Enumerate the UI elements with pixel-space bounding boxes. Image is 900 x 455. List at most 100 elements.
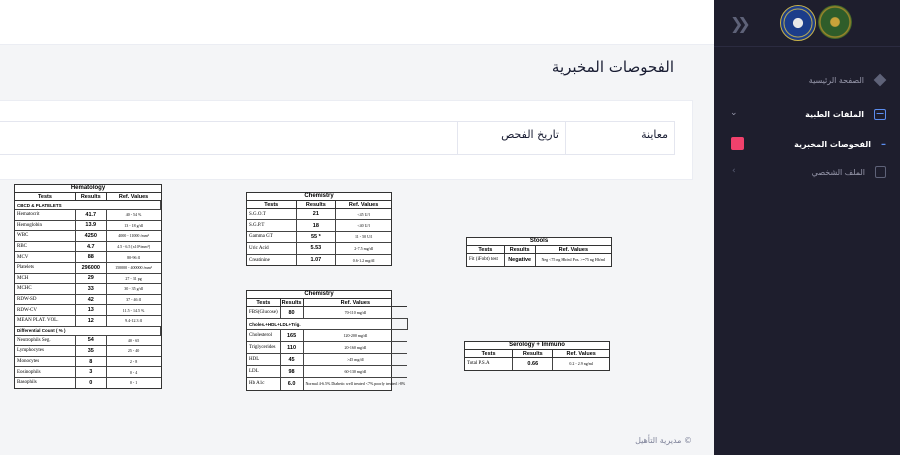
table-row: Eosinophils 3 0 - 4 [15,366,161,378]
test-ref-value: 30 - 35 g/dl [106,283,161,295]
table-row: S.G.O.T 21 <45 U/l [247,207,391,220]
test-result: 13 [75,304,107,316]
chevron-down-icon[interactable]: ⌄ [730,108,738,118]
section-label: Choles.+HDL+LDL+Trig. [247,318,408,330]
table-row: Total P.S.A 0.66 0.2 - 2.9 ng/ml [465,357,609,370]
stools-report: Stools Tests Results Ref. Values Fit (iF… [466,237,612,267]
serology-report: Serology + Immuno Tests Results Ref. Val… [464,341,610,371]
chemistry-table-1: Tests Results Ref. Values S.G.O.T 21 <45 U… [247,201,391,266]
test-name: Total P.S.A [465,357,514,370]
page-title: الفحوصات المخبرية [551,58,674,76]
test-ref-value: 150000 - 400000 /mm³ [106,261,161,274]
section-label: CBCD & PLATELETS [15,200,161,210]
test-ref-value: <45 U/l [335,207,391,220]
test-result: 33 [75,283,107,295]
test-name: FBS(Glucose) [247,306,281,319]
column-header-empty [0,122,457,154]
table-row: Creatinine 1.07 0.6-1.2 mg/dl [247,253,391,266]
test-result: 8 [75,355,107,367]
table-row: Cholesterol 165 120-200 mg/dl [247,329,408,342]
column-header: Ref. Values [552,350,609,358]
test-ref-value: 25 - 40 [106,345,161,357]
test-ref-value: 40 - 65 [106,334,161,346]
test-name: Gamma GT [247,230,297,243]
test-result: 98 [280,365,304,378]
test-ref-value: 20-160 mg/dl [303,341,408,354]
sidebar-item-label: الفحوصات المخبرية [794,139,871,149]
column-header: Results [296,201,337,209]
double-chevron-icon[interactable]: ❯❯ [730,14,751,33]
report-title: Hematology [15,185,161,193]
test-name: MCHC [15,283,76,295]
test-name: Hemoglobin [15,219,76,231]
table-row: LDL 98 60-130 mg/dl [247,365,408,378]
test-name: MCH [15,272,76,284]
test-result: 4.7 [75,240,107,252]
table-row: RDW-SD 42 37 - 46 fl [15,293,161,305]
chevron-left-icon[interactable]: ‹ [732,166,736,176]
hematology-report: Hematology Tests Results Ref. Values CBC… [14,184,162,389]
serology-table: Tests Results Ref. Values Total P.S.A 0.6… [465,350,609,370]
profile-card-icon [875,166,886,178]
test-ref-value: >45 mg/dl [303,353,408,366]
column-header: Ref. Values [535,246,611,254]
report-title: Stools [467,238,611,246]
test-result: 42 [75,293,107,305]
exams-card: معاينة تاريخ الفحص [0,100,693,180]
top-header [0,0,714,45]
test-name: RBC [15,240,76,252]
sidebar-item-lab-tests[interactable]: – الفحوصات المخبرية [794,134,886,154]
test-ref-value: 9.4-12.3 fl [106,314,161,327]
column-header: Results [75,193,107,201]
test-name: Cholesterol [247,329,281,342]
report-title: Chemistry [247,193,391,201]
sidebar-item-profile[interactable]: الملف الشخصي [812,162,886,182]
table-row: Basophils 0 0 - 1 [15,376,161,388]
test-name: RDW-CV [15,304,76,316]
table-row: Monocytes 8 2 - 8 [15,355,161,367]
chemistry-report-1: Chemistry Tests Results Ref. Values S.G.… [246,192,392,267]
test-ref-value: 4.5 - 6.5 [x10⁶/mm³] [106,240,161,252]
test-result: 41.7 [75,209,107,221]
test-ref-value: Normal 4-6.5% Diabetic well treated <7% … [303,377,408,390]
test-ref-value: 60-130 mg/dl [303,365,408,378]
test-result: 0 [75,376,107,388]
column-header: Tests [467,246,505,254]
column-header: Tests [247,299,281,307]
test-ref-value: 70-110 mg/dl [303,306,408,319]
table-row: MCV 88 80-96 fl [15,251,161,263]
test-name: HDL [247,353,281,366]
test-ref-value: 27 - 31 pg [106,272,161,284]
test-ref-value: 0.2 - 2.9 ng/ml [552,357,609,370]
column-header: Results [280,299,304,307]
table-row: Gamma GT 55 * 11 - 50 U/l [247,230,391,243]
sidebar-item-home[interactable]: الصفحة الرئيسية [809,70,887,90]
test-result: 88 [75,251,107,263]
column-header-preview: معاينة [565,122,674,154]
footer-copyright: © مديرية التأهيل [635,436,692,445]
test-result: 21 [296,207,337,220]
test-name: Platelets [15,261,76,274]
test-result: 12 [75,314,107,327]
test-name: S.G.P.T [247,219,297,232]
sidebar-header: ❯❯ [714,0,900,47]
dash-icon: – [881,138,886,150]
sidebar-item-medical-records[interactable]: الملفات الطبية [805,104,886,124]
column-header: Tests [15,193,76,201]
table-row: Platelets 296000 150000 - 400000 /mm³ [15,261,161,274]
test-name: Hematocrit [15,209,76,221]
test-result: 80 [280,306,304,319]
table-row: WBC 4250 4000 - 11000 /mm³ [15,230,161,242]
table-row: HDL 45 >45 mg/dl [247,353,408,366]
table-row: Fit (iFobt) test Negative Neg <75 ng Hb/ml… [467,253,611,266]
test-ref-value: 40 - 54 % [106,209,161,221]
test-name: MEAN PLAT. VOL. [15,314,76,327]
test-result: 165 [280,329,304,342]
test-result: 18 [296,219,337,232]
test-result: 55 * [296,230,337,243]
table-row: RBC 4.7 4.5 - 6.5 [x10⁶/mm³] [15,240,161,252]
test-result: 296000 [75,261,107,274]
column-header: Results [504,246,536,254]
test-result: 45 [280,353,304,366]
table-row: Hematocrit 41.7 40 - 54 % [15,209,161,221]
